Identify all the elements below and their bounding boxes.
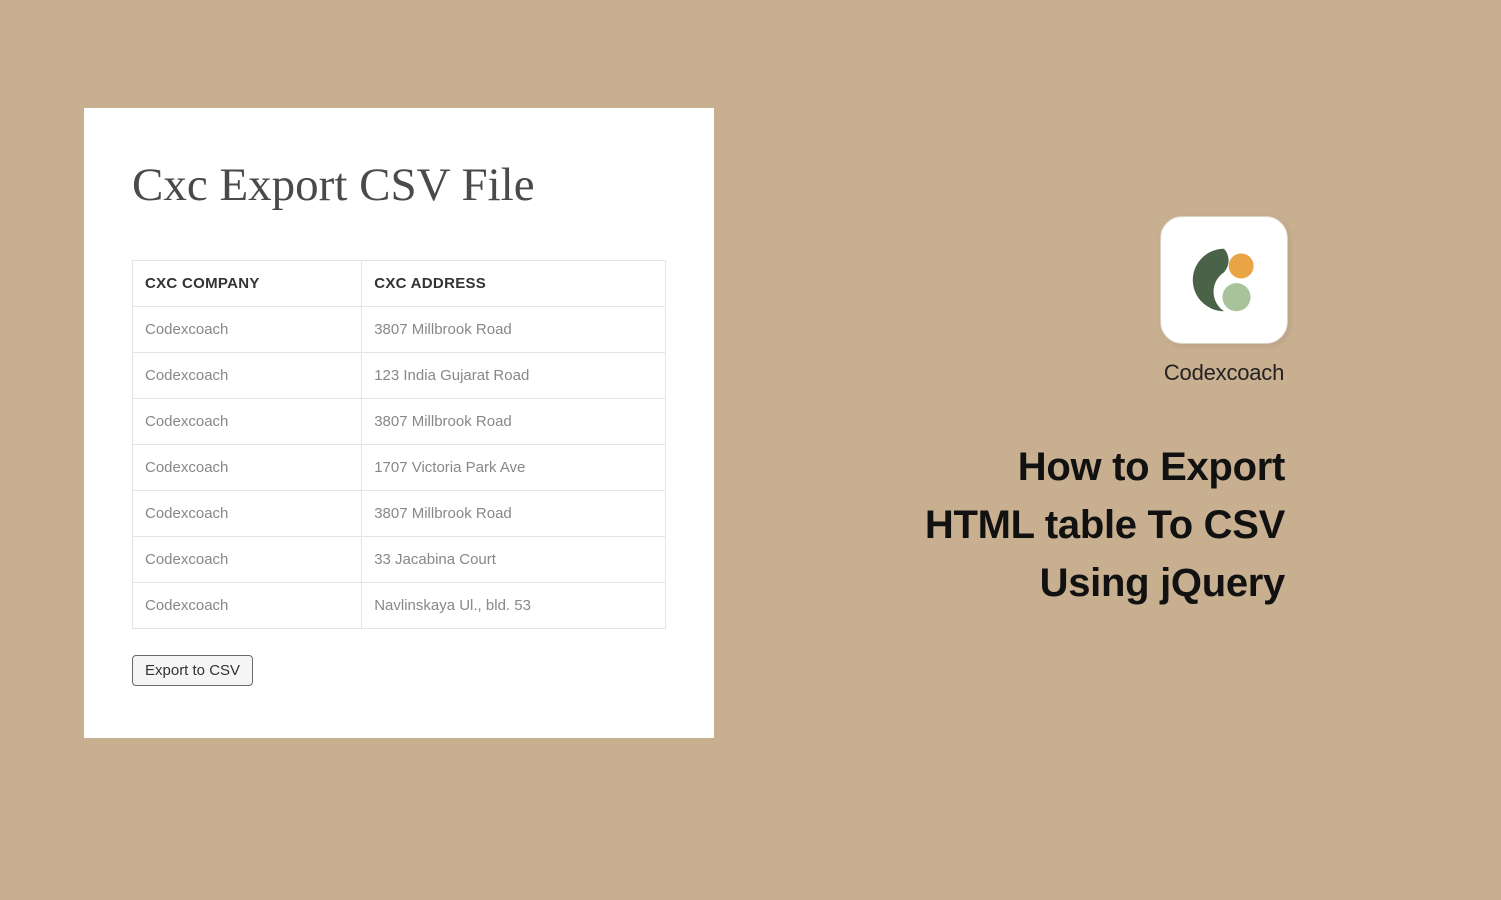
table-row: Codexcoach 123 India Gujarat Road bbox=[133, 353, 666, 399]
cell-company: Codexcoach bbox=[133, 583, 362, 629]
cell-address: 1707 Victoria Park Ave bbox=[362, 445, 666, 491]
promo-line-1: How to Export bbox=[925, 438, 1285, 496]
demo-card: Cxc Export CSV File CXC COMPANY CXC ADDR… bbox=[84, 108, 714, 738]
table-header-address: CXC ADDRESS bbox=[362, 261, 666, 307]
table-row: Codexcoach 1707 Victoria Park Ave bbox=[133, 445, 666, 491]
table-row: Codexcoach 3807 Millbrook Road bbox=[133, 307, 666, 353]
card-title: Cxc Export CSV File bbox=[132, 158, 666, 212]
brand-block: Codexcoach bbox=[1160, 216, 1288, 386]
cell-company: Codexcoach bbox=[133, 445, 362, 491]
cell-address: 123 India Gujarat Road bbox=[362, 353, 666, 399]
cell-address: 3807 Millbrook Road bbox=[362, 399, 666, 445]
cell-company: Codexcoach bbox=[133, 353, 362, 399]
cell-address: 3807 Millbrook Road bbox=[362, 307, 666, 353]
cell-address: 33 Jacabina Court bbox=[362, 537, 666, 583]
table-header-row: CXC COMPANY CXC ADDRESS bbox=[133, 261, 666, 307]
codexcoach-logo-icon bbox=[1185, 241, 1263, 319]
cell-company: Codexcoach bbox=[133, 537, 362, 583]
table-row: Codexcoach 33 Jacabina Court bbox=[133, 537, 666, 583]
table-row: Codexcoach Navlinskaya Ul., bld. 53 bbox=[133, 583, 666, 629]
cell-company: Codexcoach bbox=[133, 399, 362, 445]
promo-heading: How to Export HTML table To CSV Using jQ… bbox=[925, 438, 1285, 612]
table-header-company: CXC COMPANY bbox=[133, 261, 362, 307]
promo-line-2: HTML table To CSV bbox=[925, 496, 1285, 554]
cell-address: Navlinskaya Ul., bld. 53 bbox=[362, 583, 666, 629]
table-row: Codexcoach 3807 Millbrook Road bbox=[133, 399, 666, 445]
cell-company: Codexcoach bbox=[133, 491, 362, 537]
cell-company: Codexcoach bbox=[133, 307, 362, 353]
cell-address: 3807 Millbrook Road bbox=[362, 491, 666, 537]
table-row: Codexcoach 3807 Millbrook Road bbox=[133, 491, 666, 537]
brand-logo-box bbox=[1160, 216, 1288, 344]
promo-line-3: Using jQuery bbox=[925, 554, 1285, 612]
data-table: CXC COMPANY CXC ADDRESS Codexcoach 3807 … bbox=[132, 260, 666, 629]
brand-name: Codexcoach bbox=[1164, 360, 1284, 386]
export-to-csv-button[interactable]: Export to CSV bbox=[132, 655, 253, 686]
